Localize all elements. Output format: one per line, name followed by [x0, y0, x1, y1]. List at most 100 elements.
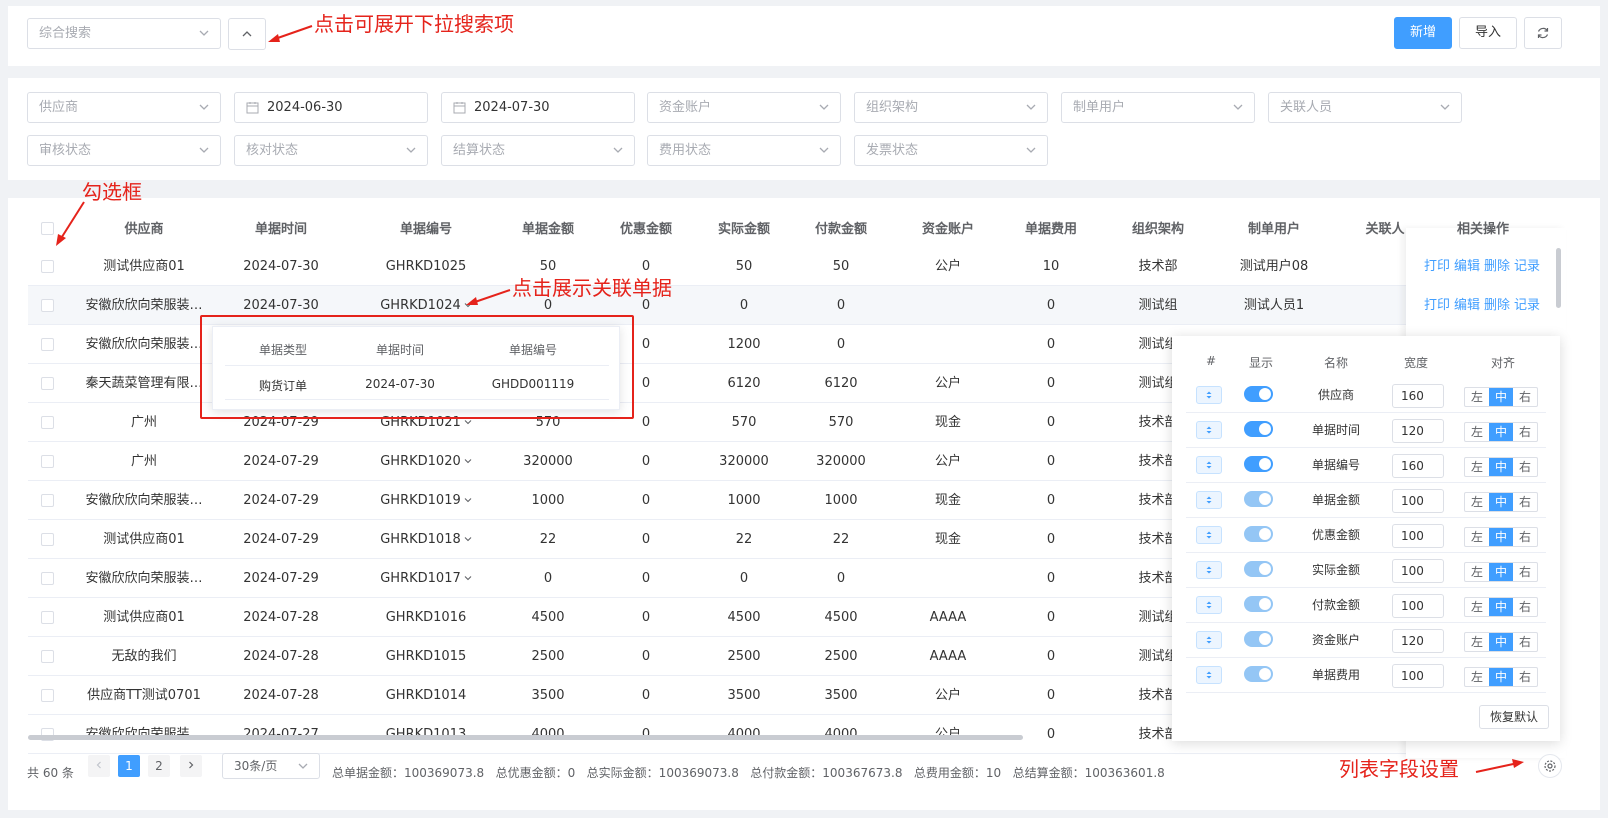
row-checkbox[interactable] — [41, 260, 54, 273]
row-checkbox[interactable] — [41, 377, 54, 390]
drag-handle[interactable] — [1196, 596, 1222, 614]
table-cell[interactable]: GHRKD1018 — [346, 520, 506, 559]
align-option[interactable]: 中 — [1489, 598, 1513, 616]
column-width-input[interactable]: 160 — [1392, 384, 1444, 408]
align-option[interactable]: 左 — [1465, 458, 1489, 476]
visibility-toggle[interactable] — [1244, 421, 1273, 437]
filter-select[interactable]: 发票状态 — [854, 135, 1048, 166]
chevron-down-icon[interactable] — [464, 442, 472, 481]
row-op-link[interactable]: 记录 — [1514, 298, 1540, 313]
row-checkbox[interactable] — [41, 299, 54, 312]
row-op-link[interactable]: 打印 — [1424, 259, 1450, 274]
filter-select[interactable]: 费用状态 — [647, 135, 841, 166]
drag-handle[interactable] — [1196, 561, 1222, 579]
row-op-link[interactable]: 删除 — [1484, 259, 1510, 274]
visibility-toggle[interactable] — [1244, 631, 1273, 647]
expand-search-button[interactable] — [228, 18, 266, 50]
add-button[interactable]: 新增 — [1394, 17, 1452, 49]
filter-select[interactable]: 结算状态 — [441, 135, 635, 166]
document-number[interactable]: GHRKD1018 — [380, 532, 461, 547]
row-checkbox[interactable] — [41, 689, 54, 702]
column-header[interactable]: 供应商 — [64, 218, 224, 238]
column-width-input[interactable]: 100 — [1392, 559, 1444, 583]
chevron-down-icon[interactable] — [464, 520, 472, 559]
align-option[interactable]: 右 — [1513, 528, 1537, 546]
visibility-toggle[interactable] — [1244, 456, 1273, 472]
prev-page-button[interactable] — [88, 755, 110, 777]
column-settings-button[interactable] — [1538, 754, 1562, 778]
column-header[interactable]: 组织架构 — [1098, 218, 1218, 238]
row-checkbox[interactable] — [41, 494, 54, 507]
row-checkbox[interactable] — [41, 416, 54, 429]
filter-select[interactable]: 供应商 — [27, 92, 221, 123]
visibility-toggle[interactable] — [1244, 596, 1273, 612]
align-option[interactable]: 右 — [1513, 563, 1537, 581]
column-width-input[interactable]: 120 — [1392, 419, 1444, 443]
drag-handle[interactable] — [1196, 666, 1222, 684]
drag-handle[interactable] — [1196, 491, 1222, 509]
align-option[interactable]: 中 — [1489, 528, 1513, 546]
row-checkbox[interactable] — [41, 611, 54, 624]
align-option[interactable]: 中 — [1489, 388, 1513, 406]
next-page-button[interactable] — [180, 755, 202, 777]
document-number[interactable]: GHRKD1019 — [380, 493, 461, 508]
drag-handle[interactable] — [1196, 421, 1222, 439]
row-op-link[interactable]: 编辑 — [1454, 259, 1480, 274]
column-header[interactable]: 付款金额 — [791, 218, 891, 238]
document-number[interactable]: GHRKD1020 — [380, 454, 461, 469]
align-option[interactable]: 中 — [1489, 563, 1513, 581]
column-width-input[interactable]: 100 — [1392, 489, 1444, 513]
align-option[interactable]: 右 — [1513, 423, 1537, 441]
align-option[interactable]: 中 — [1489, 458, 1513, 476]
drag-handle[interactable] — [1196, 386, 1222, 404]
filter-select[interactable]: 审核状态 — [27, 135, 221, 166]
drag-handle[interactable] — [1196, 631, 1222, 649]
chevron-down-icon[interactable] — [464, 559, 472, 598]
column-width-input[interactable]: 100 — [1392, 594, 1444, 618]
filter-select[interactable]: 核对状态 — [234, 135, 428, 166]
column-header[interactable]: 实际金额 — [694, 218, 794, 238]
align-option[interactable]: 右 — [1513, 458, 1537, 476]
row-checkbox[interactable] — [41, 455, 54, 468]
align-option[interactable]: 左 — [1465, 598, 1489, 616]
composite-search-select[interactable]: 综合搜索 — [27, 18, 221, 49]
column-header[interactable]: 单据编号 — [346, 218, 506, 238]
horizontal-scrollbar[interactable] — [28, 735, 1023, 740]
filter-select[interactable]: 资金账户 — [647, 92, 841, 123]
align-option[interactable]: 右 — [1513, 493, 1537, 511]
row-op-link[interactable]: 删除 — [1484, 298, 1510, 313]
column-width-input[interactable]: 120 — [1392, 629, 1444, 653]
column-header[interactable]: 资金账户 — [888, 218, 1008, 238]
align-option[interactable]: 中 — [1489, 493, 1513, 511]
filter-select[interactable]: 组织架构 — [854, 92, 1048, 123]
vertical-scrollbar[interactable] — [1556, 248, 1561, 308]
column-header[interactable]: 制单用户 — [1206, 218, 1342, 238]
table-cell[interactable]: GHRKD1014 — [346, 676, 506, 715]
drag-handle[interactable] — [1196, 526, 1222, 544]
date-range-field[interactable]: 2024-07-30 — [441, 92, 635, 123]
table-cell[interactable]: GHRKD1017 — [346, 559, 506, 598]
column-width-input[interactable]: 160 — [1392, 454, 1444, 478]
column-header[interactable]: 单据费用 — [1001, 218, 1101, 238]
page-2-button[interactable]: 2 — [148, 755, 170, 777]
visibility-toggle[interactable] — [1244, 526, 1273, 542]
align-option[interactable]: 左 — [1465, 423, 1489, 441]
page-1-button[interactable]: 1 — [118, 755, 140, 777]
visibility-toggle[interactable] — [1244, 386, 1273, 402]
column-header[interactable]: 优惠金额 — [596, 218, 696, 238]
row-checkbox[interactable] — [41, 572, 54, 585]
align-option[interactable]: 中 — [1489, 633, 1513, 651]
table-cell[interactable]: GHRKD1019 — [346, 481, 506, 520]
align-option[interactable]: 左 — [1465, 528, 1489, 546]
row-checkbox[interactable] — [41, 650, 54, 663]
column-header[interactable]: 单据时间 — [221, 218, 341, 238]
row-checkbox[interactable] — [41, 338, 54, 351]
select-all-checkbox[interactable] — [41, 222, 54, 235]
import-button[interactable]: 导入 — [1459, 17, 1517, 49]
document-number[interactable]: GHRKD1017 — [380, 571, 461, 586]
row-op-link[interactable]: 记录 — [1514, 259, 1540, 274]
table-row[interactable]: 测试供应商01 2024-07-30 GHRKD1025 50 0 50 50 公户 10 技术部… — [28, 247, 1558, 286]
filter-select[interactable]: 关联人员 — [1268, 92, 1462, 123]
visibility-toggle[interactable] — [1244, 561, 1273, 577]
table-cell[interactable]: GHRKD1025 — [346, 247, 506, 286]
